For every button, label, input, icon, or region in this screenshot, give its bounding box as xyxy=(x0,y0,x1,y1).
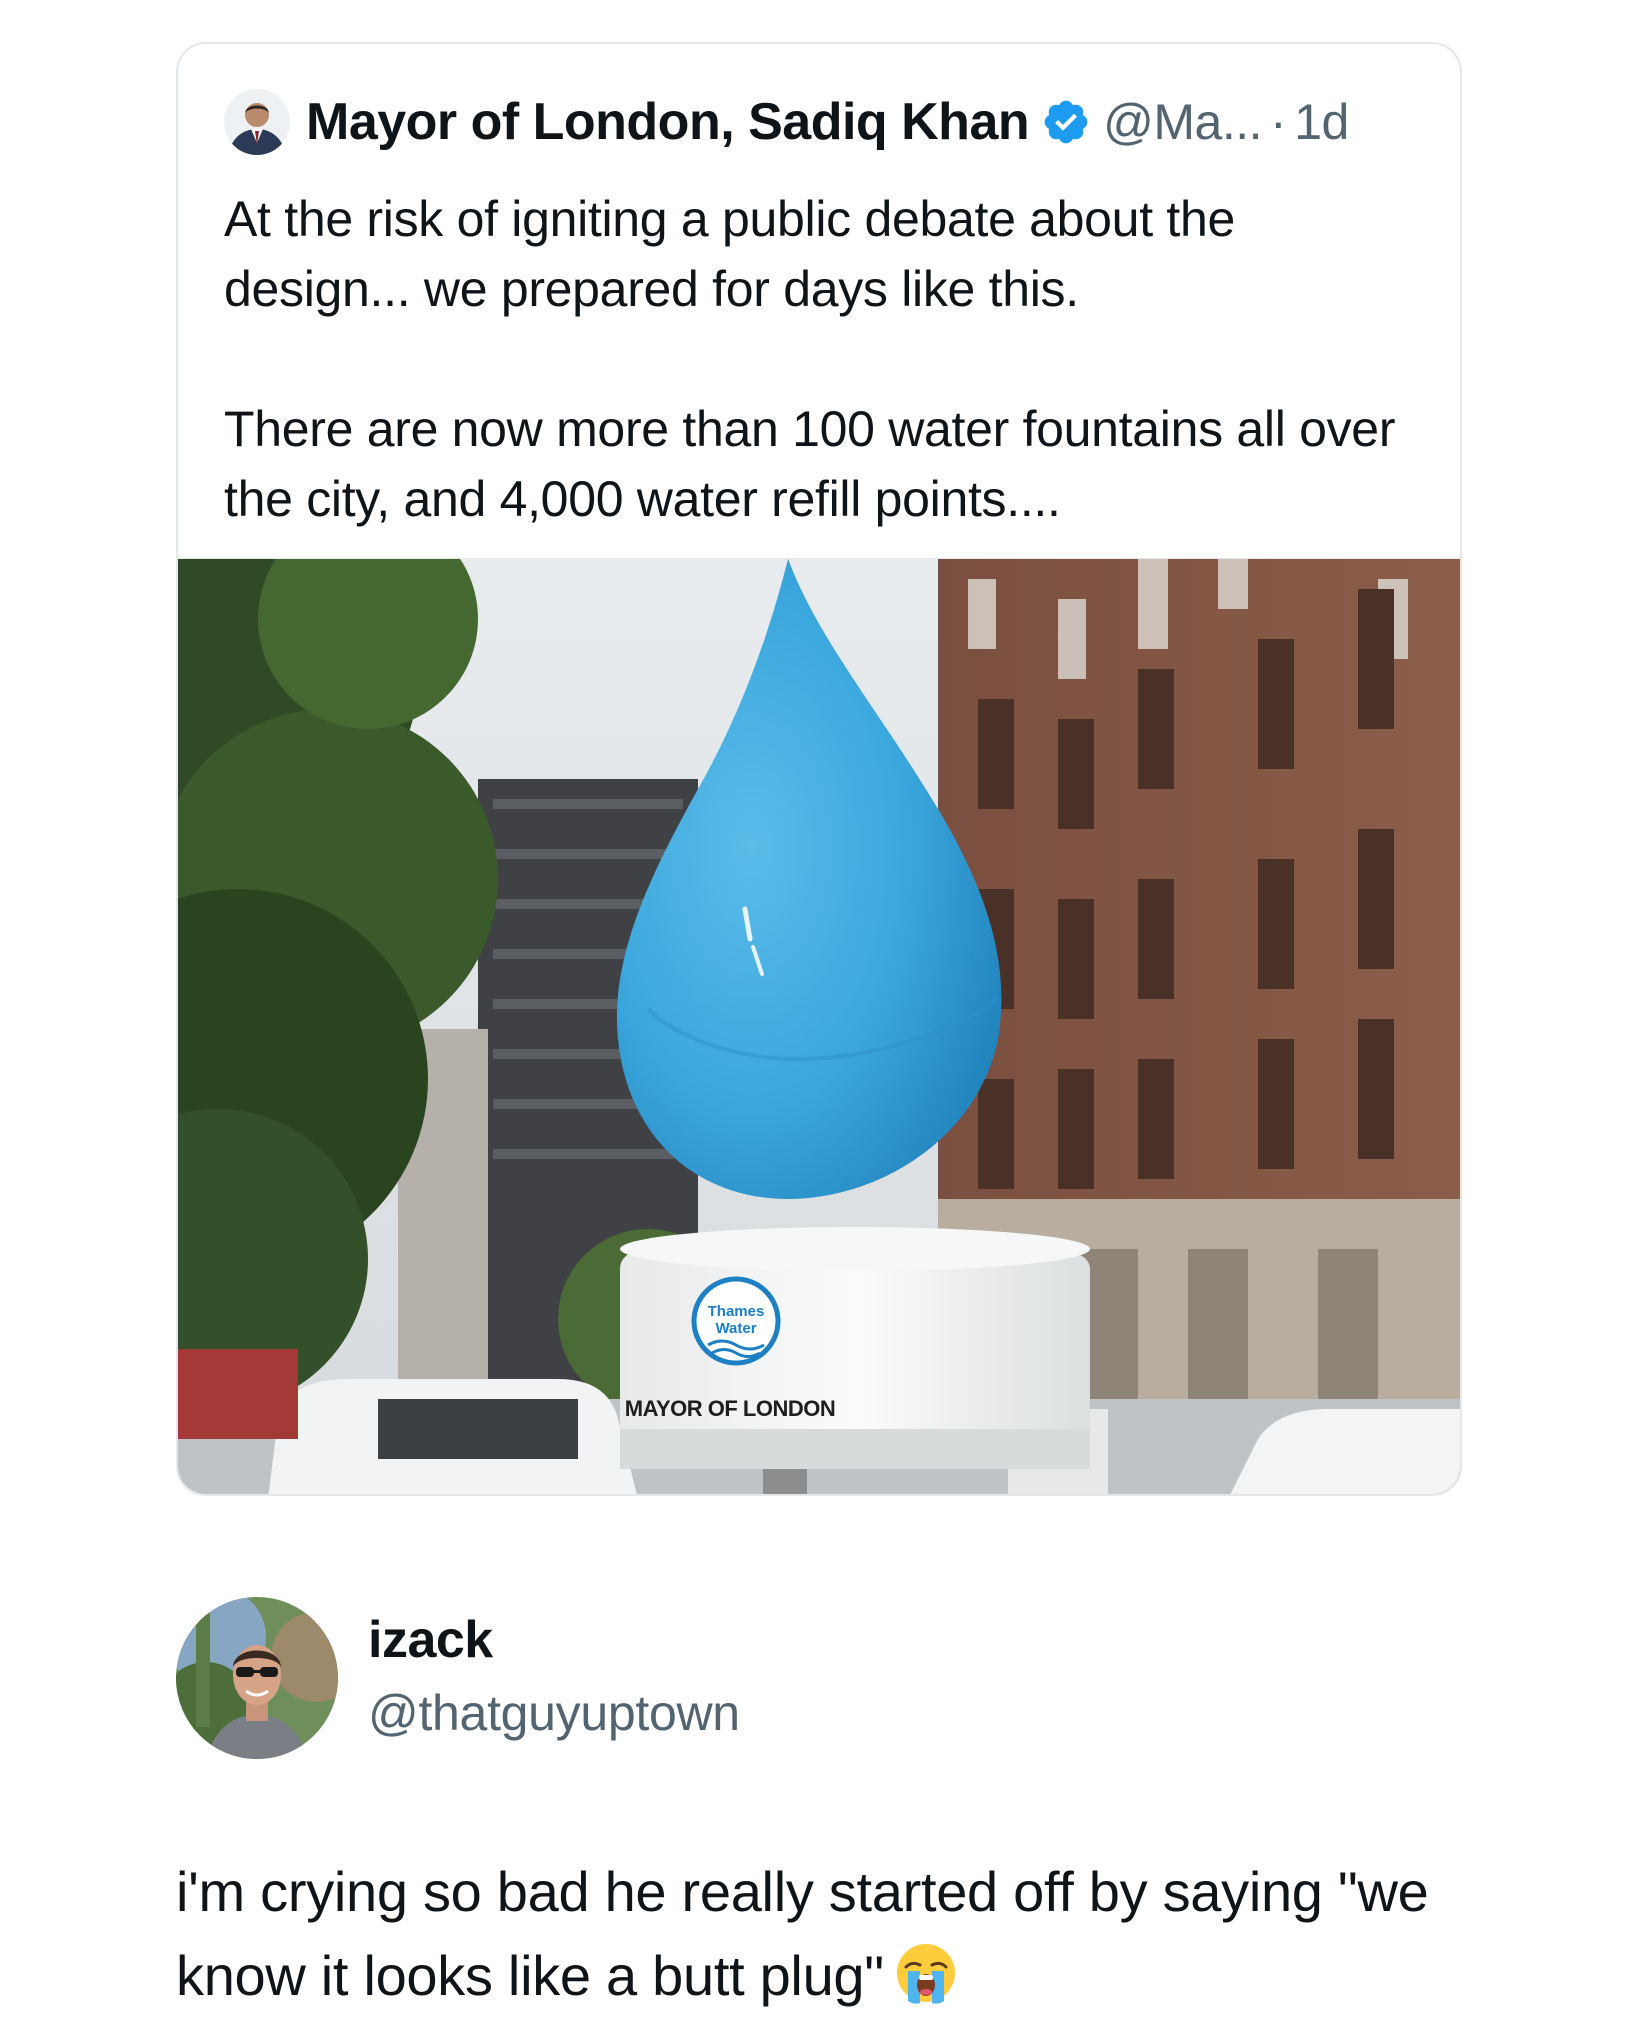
plinth-label: MAYOR OF LONDON xyxy=(625,1396,835,1421)
person-avatar-icon[interactable] xyxy=(224,89,290,155)
header-separator: · xyxy=(1270,94,1287,150)
logo-text-line2: Water xyxy=(715,1320,756,1337)
quoted-tweet-card[interactable]: Mayor of London, Sadiq Khan @Ma... · 1d … xyxy=(176,42,1462,1496)
quoted-tweet-header: Mayor of London, Sadiq Khan @Ma... · 1d xyxy=(224,86,1349,158)
quoted-text-paragraph: At the risk of igniting a public debate … xyxy=(224,191,1235,317)
tweet-photo[interactable]: Thames Water MAYOR OF LONDON xyxy=(178,558,1460,1494)
quoted-text-paragraph: There are now more than 100 water founta… xyxy=(224,401,1396,527)
reply-handle[interactable]: @thatguyuptown xyxy=(368,1684,740,1742)
reply-author-name[interactable]: izack xyxy=(368,1610,493,1670)
quoted-author-name[interactable]: Mayor of London, Sadiq Khan xyxy=(306,92,1030,152)
quoted-handle[interactable]: @Ma... xyxy=(1103,93,1262,151)
reply-avatar[interactable] xyxy=(176,1597,338,1759)
logo-text-line1: Thames xyxy=(708,1303,765,1320)
reply-tweet-text: i'm crying so bad he really started off … xyxy=(176,1850,1476,2018)
loudly-crying-face-icon xyxy=(896,1944,955,2004)
quoted-tweet-text: At the risk of igniting a public debate … xyxy=(224,184,1424,534)
quoted-timestamp[interactable]: 1d xyxy=(1294,93,1349,151)
reply-text-body: i'm crying so bad he really started off … xyxy=(176,1860,1429,2007)
verified-badge-icon xyxy=(1044,100,1088,144)
